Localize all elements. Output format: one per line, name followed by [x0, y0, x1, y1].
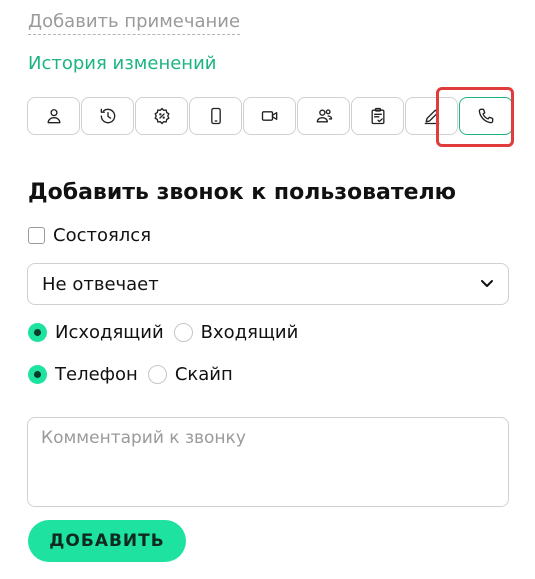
clipboard-check-icon: [371, 107, 384, 125]
call-status-value: Не отвечает: [42, 273, 159, 295]
add-note-link[interactable]: Добавить примечание: [28, 10, 241, 35]
video-camera-icon: [261, 111, 277, 121]
tab-users[interactable]: [297, 97, 350, 135]
happened-checkbox-row[interactable]: Состоялся: [28, 225, 151, 246]
radio-incoming[interactable]: Входящий: [173, 322, 299, 343]
call-comment-input[interactable]: [27, 417, 509, 507]
tab-video[interactable]: [243, 97, 296, 135]
radio-skype-label: Скайп: [174, 364, 233, 385]
call-status-select[interactable]: Не отвечает: [27, 263, 509, 305]
radio-skype[interactable]: Скайп: [147, 364, 233, 385]
radio-phone-button[interactable]: [28, 365, 47, 384]
radio-phone-label: Телефон: [55, 364, 138, 385]
chevron-down-icon: [481, 280, 493, 287]
form-title: Добавить звонок к пользователю: [28, 180, 457, 205]
radio-outgoing-button[interactable]: [28, 323, 47, 342]
add-call-button[interactable]: ДОБАВИТЬ: [28, 520, 186, 562]
tab-history[interactable]: [81, 97, 134, 135]
user-icon: [47, 109, 60, 124]
tab-mobile[interactable]: [189, 97, 242, 135]
tab-user[interactable]: [27, 97, 80, 135]
mobile-phone-icon: [210, 107, 221, 125]
channel-radio-group: Телефон Скайп: [28, 364, 243, 385]
radio-phone[interactable]: Телефон: [28, 364, 138, 385]
users-group-icon: [316, 109, 332, 123]
settings-gear-icon: [154, 107, 169, 125]
tab-tasks[interactable]: [351, 97, 404, 135]
radio-skype-button[interactable]: [147, 365, 167, 384]
tab-settings[interactable]: [135, 97, 188, 135]
radio-incoming-label: Входящий: [200, 322, 299, 343]
radio-outgoing-label: Исходящий: [55, 322, 164, 343]
active-tab-highlight: [436, 87, 514, 147]
history-link[interactable]: История изменений: [28, 52, 216, 76]
radio-outgoing[interactable]: Исходящий: [28, 322, 164, 343]
direction-radio-group: Исходящий Входящий: [28, 322, 308, 343]
radio-incoming-button[interactable]: [173, 323, 193, 342]
happened-checkbox[interactable]: [28, 227, 45, 244]
happened-label: Состоялся: [53, 225, 152, 246]
history-clock-icon: [100, 108, 115, 124]
